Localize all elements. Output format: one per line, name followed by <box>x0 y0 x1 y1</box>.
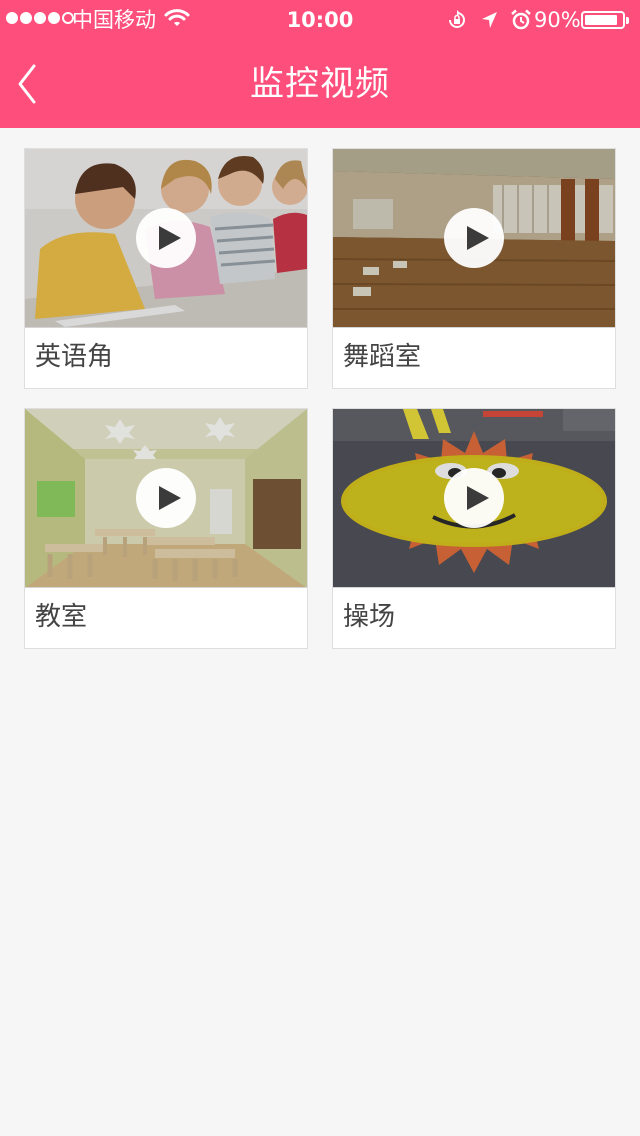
app-screen: 中国移动 10:00 90% 监控视频 英语角 舞蹈室 教室 操场 <box>0 0 640 1136</box>
video-thumbnail[interactable] <box>25 409 307 588</box>
camera-card-english-corner[interactable]: 英语角 <box>24 148 308 389</box>
play-icon[interactable] <box>444 208 504 268</box>
video-thumbnail[interactable] <box>25 149 307 328</box>
video-thumbnail[interactable] <box>333 409 615 588</box>
camera-card-dance-room[interactable]: 舞蹈室 <box>332 148 616 389</box>
camera-card-classroom[interactable]: 教室 <box>24 408 308 649</box>
camera-label: 英语角 <box>35 342 114 372</box>
battery-level <box>585 15 618 25</box>
battery-percent: 90% <box>534 8 581 32</box>
video-thumbnail[interactable] <box>333 149 615 328</box>
camera-card-playground[interactable]: 操场 <box>332 408 616 649</box>
page-title: 监控视频 <box>250 64 390 104</box>
camera-label: 操场 <box>343 602 396 632</box>
camera-label: 舞蹈室 <box>343 342 422 372</box>
chevron-left-icon <box>18 64 36 104</box>
location-arrow-icon <box>482 12 497 28</box>
status-icons <box>446 9 532 31</box>
battery-icon <box>581 11 629 29</box>
status-bar: 中国移动 10:00 90% <box>0 0 640 40</box>
play-icon[interactable] <box>136 468 196 528</box>
orientation-lock-icon <box>449 10 465 28</box>
nav-bar: 监控视频 <box>0 40 640 128</box>
battery-nub <box>626 17 629 24</box>
play-icon[interactable] <box>444 468 504 528</box>
back-button[interactable] <box>10 60 50 108</box>
alarm-icon <box>511 9 531 30</box>
camera-label: 教室 <box>35 602 88 632</box>
top-bar: 中国移动 10:00 90% 监控视频 <box>0 0 640 128</box>
play-icon[interactable] <box>136 208 196 268</box>
